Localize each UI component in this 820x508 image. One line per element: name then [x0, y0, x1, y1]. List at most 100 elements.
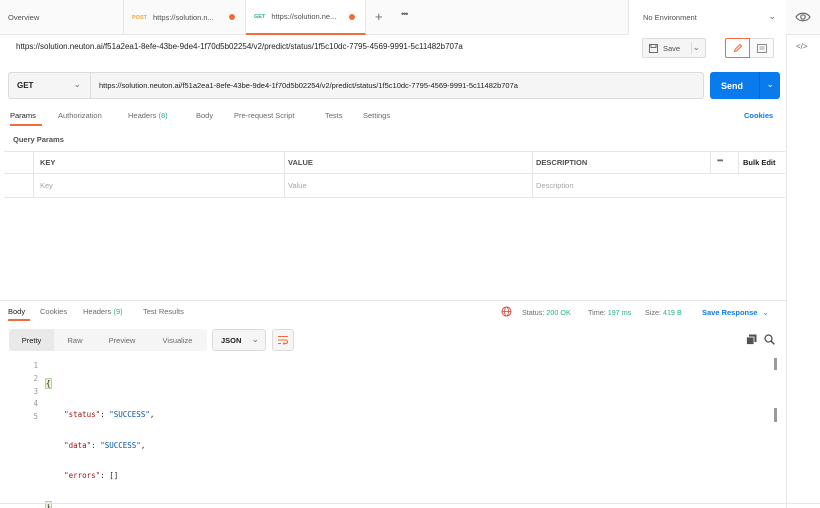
save-button[interactable]: Save ⌄ — [642, 38, 706, 58]
time-label: Time: — [588, 308, 606, 317]
line-number: 1 — [33, 361, 38, 370]
tab-method: POST — [132, 14, 147, 21]
chevron-down-icon[interactable]: ⌄ — [766, 79, 774, 90]
document-icon — [756, 43, 767, 53]
headers-count: (8) — [158, 111, 168, 120]
tab-body[interactable]: Body — [196, 111, 213, 120]
code-value: [] — [109, 471, 119, 481]
key-input[interactable]: Key — [40, 181, 53, 190]
save-icon — [649, 43, 658, 53]
table-header-row — [4, 152, 785, 174]
tab-params[interactable]: Params — [10, 111, 36, 120]
tab-authorization[interactable]: Authorization — [58, 111, 102, 120]
more-tabs-icon[interactable]: ••• — [401, 9, 409, 19]
status-label: Status: — [522, 308, 545, 317]
response-tab-body[interactable]: Body — [8, 307, 25, 316]
tab-tests[interactable]: Tests — [325, 111, 343, 120]
save-label: Save — [663, 43, 681, 53]
query-params-label: Query Params — [13, 135, 64, 144]
code-value: "SUCCESS" — [109, 409, 150, 419]
documentation-button[interactable] — [750, 38, 774, 58]
response-status: Status: 200 OK — [522, 308, 571, 317]
code-token: { — [45, 378, 52, 389]
response-tab-headers[interactable]: Headers (9) — [83, 307, 123, 316]
line-number: 2 — [33, 373, 38, 383]
chevron-down-icon[interactable]: ⌄ — [692, 42, 700, 53]
method-label: GET — [17, 81, 34, 90]
globe-icon[interactable] — [501, 306, 512, 317]
code-key: "errors" — [64, 471, 101, 481]
tab-headers[interactable]: Headers (8) — [128, 111, 168, 120]
scrollbar-marker[interactable] — [774, 358, 777, 370]
view-raw-button[interactable]: Raw — [54, 329, 96, 351]
more-options-icon[interactable]: ••• — [717, 156, 723, 165]
value-input[interactable]: Value — [288, 181, 307, 190]
tab-headers-label: Headers — [128, 111, 157, 120]
chevron-down-icon: ⌄ — [768, 11, 776, 21]
pencil-icon — [733, 43, 742, 53]
response-tab-cookies[interactable]: Cookies — [40, 307, 67, 316]
line-number: 5 — [33, 412, 38, 422]
edit-button[interactable] — [725, 38, 750, 58]
line-number: 3 — [33, 386, 38, 396]
line-numbers: 1 2 3 4 5 — [28, 360, 38, 424]
tab-method: GET — [254, 13, 266, 20]
column-header-key: KEY — [40, 158, 56, 167]
column-header-description: DESCRIPTION — [536, 158, 588, 167]
column-header-value: VALUE — [288, 158, 313, 167]
description-input[interactable]: Description — [536, 181, 574, 190]
format-label: JSON — [221, 335, 242, 345]
response-size: Size: 419 B — [645, 308, 682, 317]
send-label: Send — [721, 80, 744, 91]
tab-get-request[interactable]: GET https://solution.ne... — [246, 0, 366, 35]
chevron-down-icon: ⌄ — [251, 334, 259, 344]
response-body-editor[interactable]: { "status": "SUCCESS", "data": "SUCCESS"… — [45, 360, 154, 508]
params-table: KEY VALUE DESCRIPTION ••• Bulk Edit Key … — [4, 151, 785, 198]
view-preview-button[interactable]: Preview — [96, 329, 148, 351]
url-input[interactable]: https://solution.neuton.ai/f51a2ea1-8efe… — [90, 72, 704, 99]
bulk-edit-button[interactable]: Bulk Edit — [743, 158, 776, 167]
code-key: "status" — [64, 409, 101, 419]
request-title: https://solution.neuton.ai/f51a2ea1-8efe… — [16, 42, 463, 51]
code-key: "data" — [64, 440, 92, 450]
scrollbar-marker[interactable] — [774, 408, 777, 422]
view-visualize-button[interactable]: Visualize — [148, 329, 207, 351]
search-icon[interactable] — [764, 334, 775, 345]
response-time: Time: 197 ms — [588, 308, 631, 317]
unsaved-dot-icon — [349, 14, 355, 20]
unsaved-dot-icon — [229, 14, 235, 20]
wrap-lines-button[interactable] — [272, 329, 294, 351]
add-tab-icon[interactable]: + — [375, 9, 383, 24]
copy-icon[interactable] — [746, 334, 757, 345]
size-value: 419 B — [662, 308, 682, 317]
tab-overview[interactable]: Overview — [0, 0, 124, 35]
time-value: 197 ms — [607, 308, 632, 317]
save-response-label: Save Response — [702, 308, 758, 317]
code-value: "SUCCESS" — [100, 440, 141, 450]
save-response-button[interactable]: Save Response ⌄ — [702, 308, 769, 317]
cookies-link[interactable]: Cookies — [744, 111, 773, 120]
response-headers-label: Headers — [83, 307, 112, 316]
response-headers-count: (9) — [113, 307, 123, 316]
code-snippet-icon[interactable]: </> — [796, 42, 808, 51]
url-text: https://solution.neuton.ai/f51a2ea1-8efe… — [99, 81, 518, 90]
format-select[interactable]: JSON ⌄ — [212, 329, 266, 351]
tab-settings[interactable]: Settings — [363, 111, 390, 120]
status-value: 200 OK — [546, 308, 571, 317]
chevron-down-icon: ⌄ — [762, 308, 769, 317]
send-button[interactable]: Send ⌄ — [710, 72, 780, 99]
wrap-icon — [278, 336, 288, 345]
line-number: 4 — [33, 399, 38, 409]
tab-label: https://solution.n... — [152, 13, 214, 22]
tab-label: https://solution.ne... — [271, 12, 337, 21]
response-tab-test-results[interactable]: Test Results — [143, 307, 184, 316]
environment-select[interactable]: No Environment ⌄ — [628, 0, 786, 35]
tab-prerequest-script[interactable]: Pre-request Script — [234, 111, 294, 120]
environment-label: No Environment — [643, 13, 697, 22]
tab-label: Overview — [8, 13, 40, 22]
chevron-down-icon: ⌄ — [73, 79, 81, 89]
view-pretty-button[interactable]: Pretty — [9, 329, 54, 351]
eye-icon[interactable] — [795, 10, 811, 24]
tab-post-request[interactable]: POST https://solution.n... — [124, 0, 246, 35]
method-select[interactable]: GET ⌄ — [8, 72, 90, 99]
